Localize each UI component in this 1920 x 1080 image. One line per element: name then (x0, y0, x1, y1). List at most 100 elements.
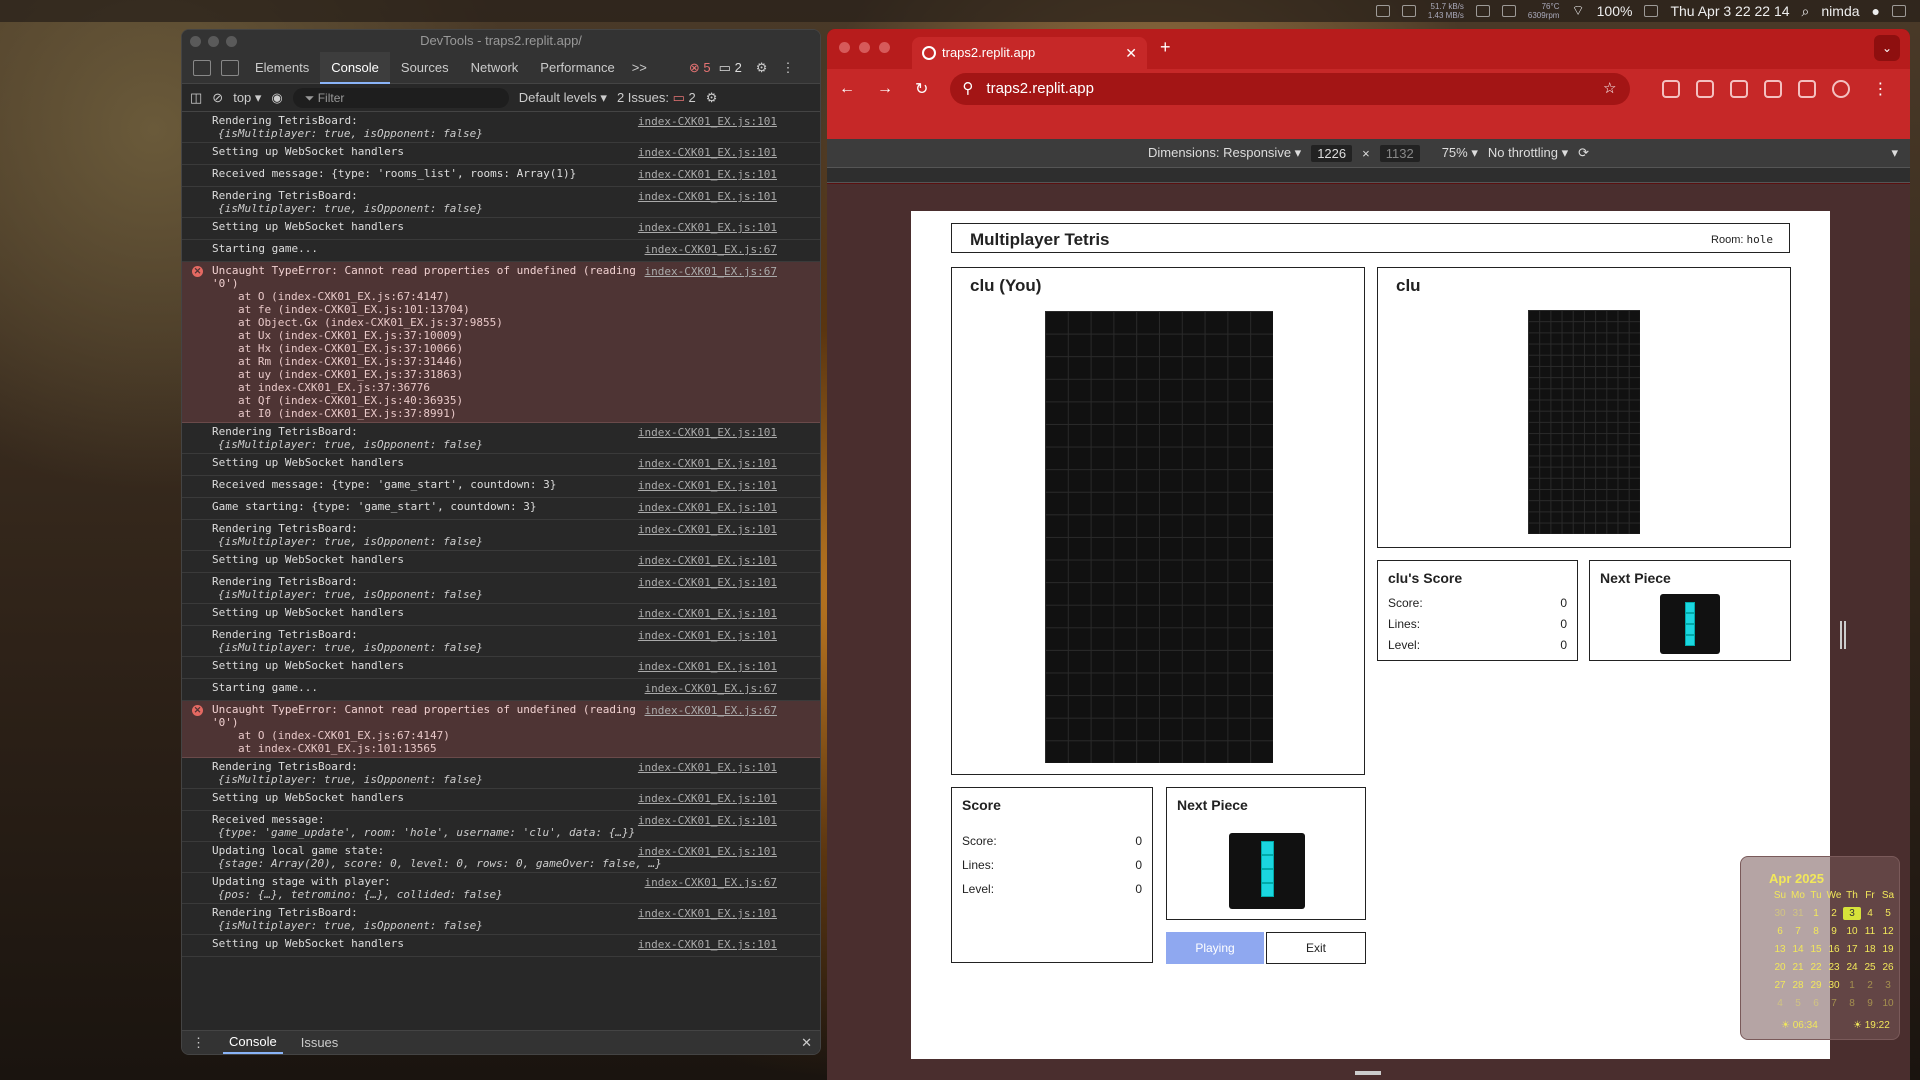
calendar-day[interactable]: 26 (1879, 961, 1897, 974)
source-link[interactable]: index-CXK01_EX.js:101 (638, 629, 777, 642)
console-log-row[interactable]: Rendering TetrisBoard: index-CXK01_EX.js:… (182, 573, 820, 604)
drawer-menu-icon[interactable]: ⋮ (192, 1035, 205, 1051)
console-log-row[interactable]: Setting up WebSocket handlers index-CXK01… (182, 143, 820, 165)
extension-icon[interactable] (1696, 80, 1715, 98)
stack-frame[interactable]: at Object.Gx (index-CXK01_EX.js:37:9855) (212, 316, 786, 329)
exit-button[interactable]: Exit (1266, 932, 1366, 964)
console-log-row[interactable]: Setting up WebSocket handlers index-CXK01… (182, 789, 820, 811)
calendar-day[interactable]: 24 (1843, 961, 1861, 974)
console-log-row[interactable]: Updating local game state: index-CXK01_EX… (182, 842, 820, 873)
expandable-object[interactable]: {isMultiplayer: true, isOpponent: false} (212, 773, 786, 786)
error-count-badge[interactable]: ⊗ 5 (689, 60, 711, 76)
console-log-row[interactable]: Starting game... index-CXK01_EX.js:67 (182, 679, 820, 701)
console-log-row[interactable]: Setting up WebSocket handlers index-CXK01… (182, 657, 820, 679)
expandable-object[interactable]: {isMultiplayer: true, isOpponent: false} (212, 641, 786, 654)
source-link[interactable]: index-CXK01_EX.js:101 (638, 607, 777, 620)
stack-frame[interactable]: at index-CXK01_EX.js:101:13565 (212, 742, 786, 755)
expandable-object[interactable]: {isMultiplayer: true, isOpponent: false} (212, 919, 786, 932)
tab-search-icon[interactable]: ⌄ (1874, 35, 1900, 61)
console-error-row[interactable]: ✕ Uncaught TypeError: Cannot read propert… (182, 262, 820, 423)
calendar-day[interactable]: 5 (1789, 997, 1807, 1010)
drawer-tab-issues[interactable]: Issues (301, 1035, 339, 1050)
forward-icon[interactable]: → (877, 80, 893, 98)
stack-frame[interactable]: at I0 (index-CXK01_EX.js:37:8991) (212, 407, 786, 420)
close-tab-icon[interactable]: ✕ (1125, 37, 1137, 69)
viewport-bottom-resize-handle[interactable] (1355, 1071, 1381, 1075)
stack-frame[interactable]: at O (index-CXK01_EX.js:67:4147) (212, 729, 786, 742)
filter-input[interactable]: ⏷ Filter (292, 87, 509, 108)
battery-icon[interactable] (1644, 5, 1659, 17)
control-center-icon[interactable] (1892, 5, 1906, 17)
calendar-day[interactable]: 27 (1771, 979, 1789, 992)
width-input[interactable]: 1226 (1311, 144, 1353, 162)
calendar-day[interactable]: 30 (1771, 907, 1789, 920)
console-log-row[interactable]: Received message: index-CXK01_EX.js:101 {t… (182, 811, 820, 842)
calendar-day[interactable]: 6 (1807, 997, 1825, 1010)
console-log-row[interactable]: Rendering TetrisBoard: index-CXK01_EX.js:… (182, 112, 820, 143)
calendar-day[interactable]: 3 (1843, 907, 1861, 920)
dimensions-select[interactable]: Dimensions: Responsive ▾ (1148, 145, 1301, 161)
reload-icon[interactable]: ↻ (915, 79, 928, 99)
warning-count-badge[interactable]: ▭ 2 (719, 60, 742, 76)
console-log-row[interactable]: Rendering TetrisBoard: index-CXK01_EX.js:… (182, 187, 820, 218)
extensions-puzzle-icon[interactable] (1798, 80, 1817, 98)
console-log-row[interactable]: Received message: {type: 'rooms_list', r… (182, 165, 820, 187)
minimize-window-icon[interactable] (208, 36, 219, 47)
levels-select[interactable]: Default levels ▾ (519, 90, 607, 106)
calendar-day[interactable]: 5 (1879, 907, 1897, 920)
source-link[interactable]: index-CXK01_EX.js:101 (638, 576, 777, 589)
calendar-day[interactable]: 8 (1807, 925, 1825, 938)
calendar-day[interactable]: 11 (1861, 925, 1879, 938)
source-link[interactable]: index-CXK01_EX.js:101 (638, 792, 777, 805)
clear-console-icon[interactable]: ⊘ (212, 90, 223, 106)
calendar-day[interactable]: 18 (1861, 943, 1879, 956)
height-input[interactable]: 1132 (1379, 144, 1420, 162)
calendar-day[interactable]: 12 (1879, 925, 1897, 938)
calendar-day[interactable]: 1 (1843, 979, 1861, 992)
eye-icon[interactable]: ◉ (271, 90, 282, 106)
console-log-row[interactable]: Received message: {type: 'game_start', c… (182, 476, 820, 498)
extension-icon[interactable] (1662, 80, 1681, 98)
console-log-row[interactable]: Rendering TetrisBoard: index-CXK01_EX.js:… (182, 904, 820, 935)
calendar-day[interactable]: 15 (1807, 943, 1825, 956)
rotate-icon[interactable]: ⟳ (1578, 145, 1589, 161)
stack-frame[interactable]: at Rm (index-CXK01_EX.js:37:31446) (212, 355, 786, 368)
expandable-object[interactable]: {type: 'game_update', room: 'hole', user… (212, 826, 786, 839)
calendar-day[interactable]: 20 (1771, 961, 1789, 974)
calendar-day[interactable]: 25 (1861, 961, 1879, 974)
clock[interactable]: Thu Apr 3 22 22 14 (1670, 3, 1789, 19)
stack-frame[interactable]: at uy (index-CXK01_EX.js:37:31863) (212, 368, 786, 381)
close-window-icon[interactable] (190, 36, 201, 47)
settings-gear-icon[interactable]: ⚙ (756, 60, 768, 76)
source-link[interactable]: index-CXK01_EX.js:101 (638, 938, 777, 951)
source-link[interactable]: index-CXK01_EX.js:101 (638, 146, 777, 159)
source-link[interactable]: index-CXK01_EX.js:67 (645, 243, 777, 256)
minimize-window-icon[interactable] (859, 42, 870, 53)
viewport-resize-handle[interactable] (1840, 621, 1846, 649)
console-log-row[interactable]: Rendering TetrisBoard: index-CXK01_EX.js:… (182, 423, 820, 454)
device-toolbar-icon[interactable] (221, 59, 239, 76)
address-bar[interactable]: ⚲ traps2.replit.app ☆ (950, 73, 1631, 105)
throttle-select[interactable]: No throttling ▾ (1488, 145, 1568, 161)
expandable-object[interactable]: {isMultiplayer: true, isOpponent: false} (212, 438, 786, 451)
console-log-row[interactable]: Setting up WebSocket handlers index-CXK01… (182, 551, 820, 573)
console-log-row[interactable]: Rendering TetrisBoard: index-CXK01_EX.js:… (182, 758, 820, 789)
calendar-day[interactable]: 23 (1825, 961, 1843, 974)
console-error-row[interactable]: ✕ Uncaught TypeError: Cannot read propert… (182, 701, 820, 758)
calendar-day[interactable]: 7 (1825, 997, 1843, 1010)
stack-frame[interactable]: at fe (index-CXK01_EX.js:101:13704) (212, 303, 786, 316)
calendar-day[interactable]: 9 (1825, 925, 1843, 938)
calendar-day[interactable]: 4 (1861, 907, 1879, 920)
extension-icon[interactable] (1730, 80, 1749, 98)
inspect-icon[interactable] (193, 59, 211, 76)
close-window-icon[interactable] (839, 42, 850, 53)
profile-avatar[interactable] (1832, 80, 1851, 98)
calendar-day[interactable]: 28 (1789, 979, 1807, 992)
calendar-day[interactable]: 2 (1861, 979, 1879, 992)
source-link[interactable]: index-CXK01_EX.js:67 (645, 682, 777, 695)
source-link[interactable]: index-CXK01_EX.js:101 (638, 660, 777, 673)
source-link[interactable]: index-CXK01_EX.js:101 (638, 479, 777, 492)
console-log-row[interactable]: Setting up WebSocket handlers index-CXK01… (182, 454, 820, 476)
avatar[interactable]: ● (1872, 3, 1880, 19)
calendar-day[interactable]: 13 (1771, 943, 1789, 956)
